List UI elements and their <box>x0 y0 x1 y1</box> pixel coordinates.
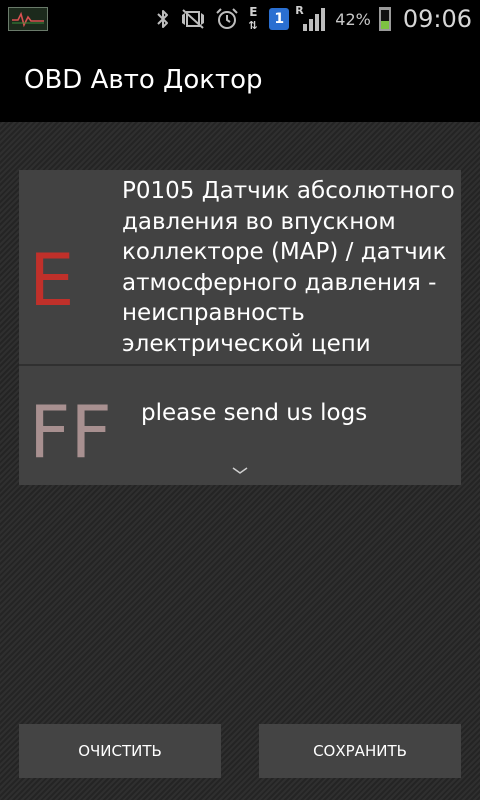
vibrate-mute-icon <box>179 7 207 31</box>
battery-icon <box>378 7 391 31</box>
app-notification-icon[interactable] <box>8 7 48 31</box>
error-type-letter: FF <box>29 390 112 474</box>
app-title: OBD Авто Доктор <box>24 65 263 95</box>
action-bar: OBD Авто Доктор <box>0 38 480 122</box>
alarm-clock-icon <box>215 7 239 31</box>
error-item[interactable]: FF please send us logs <box>19 366 461 485</box>
error-type-letter: E <box>29 238 75 322</box>
sim-slot-icon: 1 <box>269 8 290 30</box>
battery-percent: 42% <box>335 9 371 29</box>
status-bar: E ⇅ 1 R 42% 09:06 <box>0 0 480 38</box>
error-list: E P0105 Датчик абсолютного давления во в… <box>19 170 461 485</box>
clock: 09:06 <box>402 5 472 33</box>
signal-strength-icon: R <box>295 4 327 32</box>
save-button[interactable]: СОХРАНИТЬ <box>259 724 461 778</box>
chevron-down-icon[interactable] <box>231 466 249 476</box>
error-item[interactable]: E P0105 Датчик абсолютного давления во в… <box>19 170 461 364</box>
error-description: P0105 Датчик абсолютного давления во впу… <box>122 178 455 357</box>
error-description: please send us logs <box>141 400 368 426</box>
clear-button[interactable]: ОЧИСТИТЬ <box>19 724 221 778</box>
bluetooth-icon <box>155 7 171 31</box>
network-type-icon: E ⇅ <box>248 5 258 32</box>
